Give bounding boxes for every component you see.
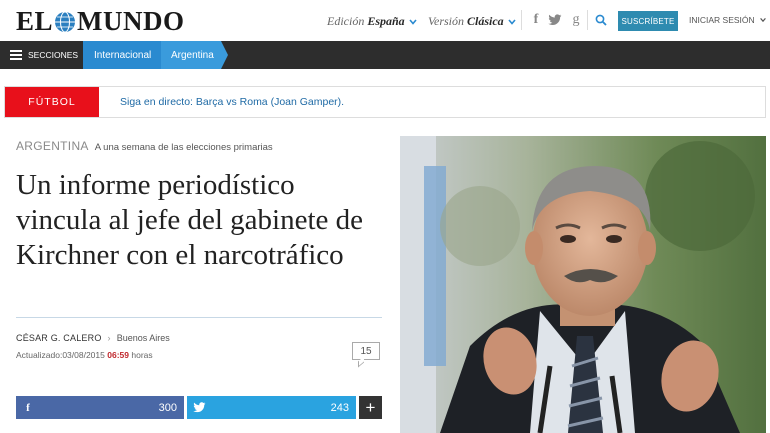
breaking-news-bar[interactable]: FÚTBOL Siga en directo: Barça vs Roma (J… <box>4 86 766 118</box>
facebook-share-count: 300 <box>158 401 177 414</box>
updated-date: 03/08/2015 <box>62 350 105 360</box>
chevron-down-icon <box>759 18 766 23</box>
breadcrumb-argentina[interactable]: Argentina <box>161 41 221 69</box>
updated-suffix: horas <box>131 350 153 360</box>
author-location: Buenos Aires <box>116 333 170 343</box>
comments-count-badge[interactable]: 15 <box>352 342 380 360</box>
section-nav: SECCIONES Internacional Argentina <box>0 41 770 69</box>
version-selector[interactable]: Versión Clásica <box>428 14 517 29</box>
article-kicker: ARGENTINA A una semana de las elecciones… <box>16 139 273 153</box>
version-value: Clásica <box>467 14 504 28</box>
globe-icon <box>55 11 76 32</box>
google-plus-icon[interactable]: g <box>567 12 585 28</box>
article-byline: CÉSAR G. CALERO › Buenos Aires <box>16 333 170 343</box>
headline-divider <box>16 317 382 318</box>
breaking-news-tag: FÚTBOL <box>5 87 99 117</box>
logo-text-left: EL <box>16 6 54 36</box>
top-header: EL MUNDO Edición España Versión Clásica … <box>0 0 770 41</box>
breadcrumb-internacional[interactable]: Internacional <box>83 41 161 69</box>
login-link[interactable]: INICIAR SESIÓN <box>689 15 767 25</box>
updated-label: Actualizado: <box>16 350 63 360</box>
edition-label: Edición <box>327 14 365 28</box>
edition-selector[interactable]: Edición España <box>327 14 418 29</box>
chevron-down-icon <box>508 18 516 25</box>
facebook-share-button[interactable]: f 300 <box>16 396 184 419</box>
author-name[interactable]: CÉSAR G. CALERO <box>16 333 102 343</box>
twitter-share-button[interactable]: 243 <box>187 396 356 419</box>
article-section[interactable]: ARGENTINA <box>16 139 89 153</box>
subscribe-button[interactable]: SUSCRÍBETE <box>618 11 678 31</box>
article-updated: Actualizado:03/08/2015 06:59 horas <box>16 350 153 360</box>
hamburger-icon <box>10 50 22 60</box>
sections-label: SECCIONES <box>28 50 79 60</box>
chevron-down-icon <box>409 18 417 25</box>
twitter-share-count: 243 <box>330 401 349 414</box>
article-subsection: A una semana de las elecciones primarias <box>94 142 273 153</box>
site-logo[interactable]: EL MUNDO <box>16 6 185 37</box>
header-divider <box>587 10 588 30</box>
breaking-news-link[interactable]: Siga en directo: Barça vs Roma (Joan Gam… <box>120 96 344 108</box>
search-icon[interactable] <box>592 12 610 28</box>
logo-text-right: MUNDO <box>77 6 185 36</box>
article-headline: Un informe periodístico vincula al jefe … <box>16 169 364 271</box>
login-label: INICIAR SESIÓN <box>689 15 755 25</box>
sections-menu-button[interactable]: SECCIONES <box>0 41 82 69</box>
twitter-icon[interactable] <box>546 12 564 28</box>
breadcrumb-arrow <box>221 41 228 69</box>
more-share-button[interactable]: + <box>359 396 382 419</box>
chevron-right-icon: › <box>107 333 111 343</box>
article-photo <box>400 136 766 433</box>
twitter-icon <box>187 402 211 413</box>
facebook-icon: f <box>26 401 30 414</box>
updated-time: 06:59 <box>107 350 129 360</box>
version-label: Versión <box>428 14 464 28</box>
facebook-icon[interactable]: f <box>527 12 545 28</box>
edition-value: España <box>367 14 405 28</box>
header-divider <box>521 10 522 30</box>
